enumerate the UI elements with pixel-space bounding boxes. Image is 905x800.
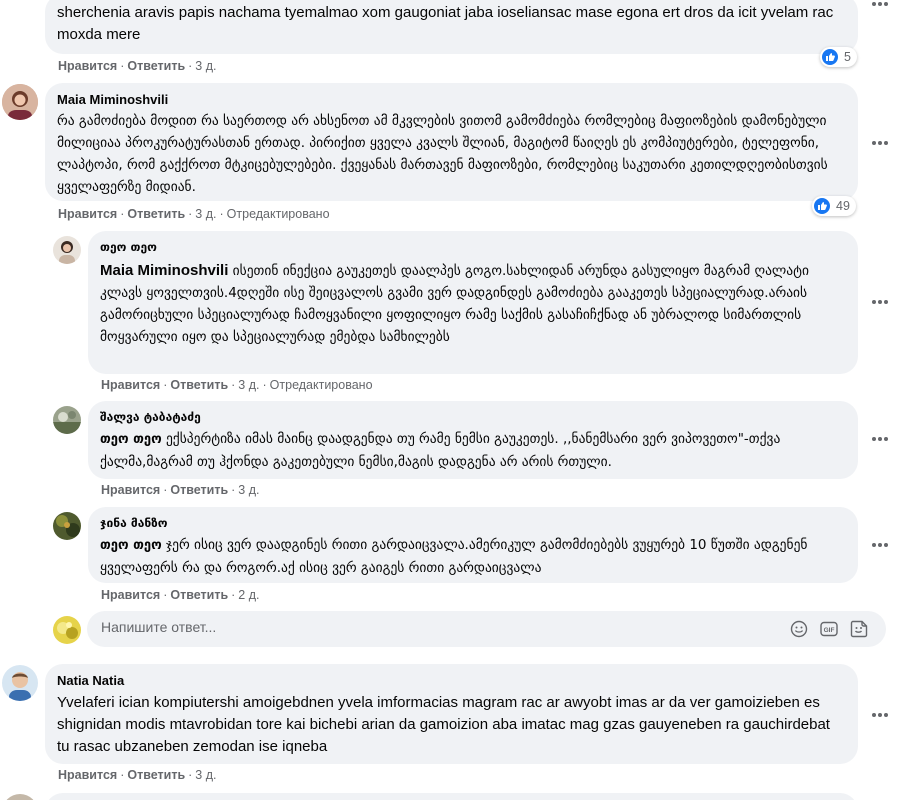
reply-button[interactable]: Ответить xyxy=(170,378,228,392)
reply-input[interactable] xyxy=(101,619,701,635)
comment-actions: Нравится · Ответить · 3 д. xyxy=(101,483,260,497)
comment-author[interactable]: შალვა ტაბატაძე xyxy=(100,409,846,426)
reaction-count[interactable]: 5 xyxy=(820,47,857,67)
more-options-icon[interactable] xyxy=(872,0,892,8)
comment-author[interactable]: ჯინა მანზო xyxy=(100,515,846,532)
comment-author[interactable]: Maia Miminoshvili xyxy=(57,91,846,108)
comment-actions: Нравится · Ответить · 3 д. xyxy=(58,768,217,782)
like-button[interactable]: Нравится xyxy=(58,207,117,221)
mention-link[interactable]: თეო თეო xyxy=(100,538,162,553)
comment-bubble xyxy=(45,793,858,800)
reply-button[interactable]: Ответить xyxy=(170,483,228,497)
like-button[interactable]: Нравится xyxy=(58,768,117,782)
more-options-icon[interactable] xyxy=(872,541,892,549)
avatar[interactable] xyxy=(53,512,81,540)
current-user-avatar xyxy=(53,616,81,644)
timestamp[interactable]: 3 д. xyxy=(195,59,216,73)
edited-label: Отредактировано xyxy=(226,207,330,221)
timestamp[interactable]: 3 д. xyxy=(238,483,259,497)
reaction-number: 5 xyxy=(844,50,851,64)
more-options-icon[interactable] xyxy=(872,711,892,719)
reply-bubble: თეო თეო Maia Miminoshvili ისეთინ ინექცია… xyxy=(88,231,858,374)
comment-bubble: Maia Miminoshvili რა გამოძიება მოდით რა … xyxy=(45,83,858,201)
like-button[interactable]: Нравится xyxy=(101,378,160,392)
mention-link[interactable]: Maia Miminoshvili xyxy=(100,262,228,279)
more-options-icon[interactable] xyxy=(872,298,892,306)
comment-actions: Нравится · Ответить · 2 д. xyxy=(101,588,260,602)
reply-button[interactable]: Ответить xyxy=(127,768,185,782)
like-icon xyxy=(822,49,838,65)
emoji-icon[interactable] xyxy=(790,620,808,638)
timestamp[interactable]: 2 д. xyxy=(238,588,259,602)
comment-actions: Нравится · Ответить · 3 д. xyxy=(58,59,217,73)
svg-text:GIF: GIF xyxy=(824,627,835,634)
gif-icon[interactable]: GIF xyxy=(820,620,838,638)
avatar[interactable] xyxy=(53,236,81,264)
reply-text: ჯერ ისიც ვერ დაადგინეს რითი გარდაიცვალა.… xyxy=(100,537,808,576)
like-button[interactable]: Нравится xyxy=(101,588,160,602)
sticker-icon[interactable] xyxy=(850,620,868,638)
timestamp[interactable]: 3 д. xyxy=(195,207,216,221)
comment-actions: Нравится · Ответить · 3 д. · Отредактировано xyxy=(101,378,373,392)
comment-text: თეო თეო ექსპერტიზა იმას მაინც დაადგენდა … xyxy=(100,428,846,473)
avatar[interactable] xyxy=(2,84,38,120)
avatar[interactable] xyxy=(2,665,38,701)
avatar[interactable] xyxy=(2,794,38,800)
reaction-number: 49 xyxy=(836,199,850,213)
comment-author[interactable]: Natia Natia xyxy=(57,672,846,689)
more-options-icon[interactable] xyxy=(872,139,892,147)
reply-input-box[interactable]: GIF xyxy=(87,611,886,647)
like-icon xyxy=(814,198,830,214)
timestamp[interactable]: 3 д. xyxy=(238,378,259,392)
reply-text: ექსპერტიზა იმას მაინც დაადგენდა თუ რამე … xyxy=(100,431,781,470)
comment-bubble: Natia Natia Yvelaferi ician kompiutershi… xyxy=(45,664,858,764)
comment-text: Yvelaferi ician kompiutershi amoigebdnen… xyxy=(57,694,830,755)
reaction-count[interactable]: 49 xyxy=(812,196,856,216)
reply-bubble: შალვა ტაბატაძე თეო თეო ექსპერტიზა იმას მ… xyxy=(88,401,858,479)
edited-label: Отредактировано xyxy=(269,378,373,392)
comment-text: რა გამოძიება მოდით რა საერთოდ არ ახსენოთ… xyxy=(57,113,828,195)
avatar[interactable] xyxy=(53,406,81,434)
comment-actions: Нравится · Ответить · 3 д. · Отредактировано xyxy=(58,207,330,221)
timestamp[interactable]: 3 д. xyxy=(195,768,216,782)
comment-text: თეო თეო ჯერ ისიც ვერ დაადგინეს რითი გარდ… xyxy=(100,534,846,579)
comment-text: sherchenia aravis papis nachama tyemalma… xyxy=(57,4,834,43)
reply-button[interactable]: Ответить xyxy=(170,588,228,602)
reply-button[interactable]: Ответить xyxy=(127,59,185,73)
mention-link[interactable]: თეო თეო xyxy=(100,432,162,447)
like-button[interactable]: Нравится xyxy=(101,483,160,497)
like-button[interactable]: Нравится xyxy=(58,59,117,73)
reply-bubble: ჯინა მანზო თეო თეო ჯერ ისიც ვერ დაადგინე… xyxy=(88,507,858,583)
comment-text: Maia Miminoshvili ისეთინ ინექცია გაუკეთე… xyxy=(100,260,846,348)
comment-bubble: sherchenia aravis papis nachama tyemalma… xyxy=(45,0,858,54)
comment-author[interactable]: თეო თეო xyxy=(100,239,846,256)
reply-button[interactable]: Ответить xyxy=(127,207,185,221)
more-options-icon[interactable] xyxy=(872,435,892,443)
